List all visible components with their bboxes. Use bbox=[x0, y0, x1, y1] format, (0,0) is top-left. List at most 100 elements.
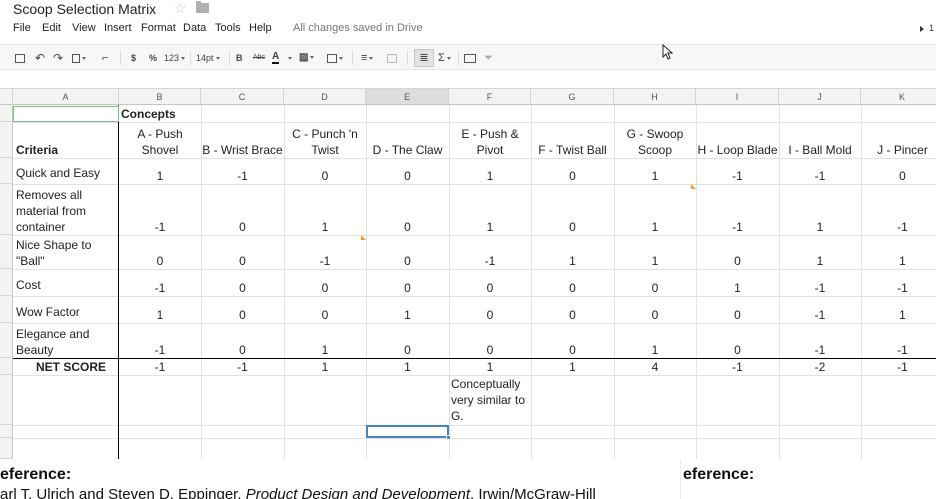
score-cell[interactable]: 0 bbox=[366, 342, 449, 358]
criterion-label[interactable]: Quick and Easy bbox=[16, 158, 116, 184]
currency-button[interactable]: $ bbox=[131, 52, 136, 64]
score-cell[interactable]: 0 bbox=[531, 307, 614, 323]
concept-header-g[interactable]: G - Swoop Scoop bbox=[614, 122, 696, 158]
spreadsheet-grid[interactable]: A B C D E F G H I J K Concepts Criteria … bbox=[0, 89, 936, 459]
score-cell[interactable]: 1 bbox=[284, 219, 366, 235]
concept-header-f[interactable]: F - Twist Ball bbox=[531, 122, 614, 158]
fill-handle[interactable] bbox=[446, 435, 451, 440]
net-score-cell[interactable]: -1 bbox=[201, 359, 284, 375]
functions-button[interactable]: Σ bbox=[438, 52, 451, 64]
menu-tools[interactable]: Tools bbox=[215, 22, 241, 34]
score-cell[interactable]: 0 bbox=[284, 168, 366, 184]
score-cell[interactable]: 1 bbox=[614, 168, 696, 184]
menu-data[interactable]: Data bbox=[183, 22, 206, 34]
score-cell[interactable]: 1 bbox=[119, 307, 201, 323]
percent-button[interactable]: % bbox=[149, 52, 157, 64]
comment-indicator-icon[interactable] bbox=[361, 235, 366, 240]
print-icon[interactable] bbox=[15, 52, 25, 64]
score-cell[interactable]: 0 bbox=[696, 253, 779, 269]
score-cell[interactable]: 0 bbox=[449, 307, 531, 323]
net-score-cell[interactable]: 4 bbox=[614, 359, 696, 375]
column-header-j[interactable]: J bbox=[779, 89, 861, 105]
score-cell[interactable]: 0 bbox=[201, 342, 284, 358]
net-score-cell[interactable]: 1 bbox=[531, 359, 614, 375]
score-cell[interactable]: 0 bbox=[366, 219, 449, 235]
score-cell[interactable]: 0 bbox=[861, 168, 936, 184]
paint-format-icon[interactable] bbox=[72, 52, 86, 64]
score-cell[interactable]: 0 bbox=[614, 280, 696, 296]
score-cell[interactable]: 0 bbox=[119, 253, 201, 269]
score-cell[interactable]: 1 bbox=[614, 342, 696, 358]
select-all-corner[interactable] bbox=[0, 89, 13, 105]
column-header-c[interactable]: C bbox=[201, 89, 284, 105]
net-score-cell[interactable]: 1 bbox=[449, 359, 531, 375]
paint-roller-icon[interactable]: ⌐ bbox=[102, 52, 108, 64]
concept-header-a[interactable]: A - Push Shovel bbox=[119, 122, 201, 158]
net-score-cell[interactable]: -1 bbox=[696, 359, 779, 375]
row-header[interactable] bbox=[0, 323, 13, 358]
score-cell[interactable]: 0 bbox=[201, 253, 284, 269]
score-cell[interactable]: 0 bbox=[284, 307, 366, 323]
score-cell[interactable]: 1 bbox=[449, 168, 531, 184]
net-score-cell[interactable]: -1 bbox=[861, 359, 936, 375]
score-cell[interactable]: 1 bbox=[614, 219, 696, 235]
column-header-h[interactable]: H bbox=[614, 89, 696, 105]
score-cell[interactable]: 0 bbox=[531, 168, 614, 184]
score-cell[interactable]: -1 bbox=[201, 168, 284, 184]
column-header-d[interactable]: D bbox=[284, 89, 366, 105]
criterion-label[interactable]: Cost bbox=[16, 269, 116, 296]
score-cell[interactable]: 0 bbox=[284, 280, 366, 296]
column-header-i[interactable]: I bbox=[696, 89, 779, 105]
row-header[interactable] bbox=[0, 105, 13, 122]
menu-edit[interactable]: Edit bbox=[42, 22, 61, 34]
score-cell[interactable]: 1 bbox=[696, 280, 779, 296]
strikethrough-button[interactable]: Abc bbox=[253, 52, 265, 64]
score-cell[interactable]: 0 bbox=[449, 342, 531, 358]
score-cell[interactable]: 0 bbox=[531, 280, 614, 296]
score-cell[interactable]: 0 bbox=[366, 168, 449, 184]
menu-format[interactable]: Format bbox=[141, 22, 176, 34]
insert-chart-icon[interactable] bbox=[464, 52, 476, 64]
font-size-select[interactable]: 14pt bbox=[196, 52, 220, 64]
column-header-k[interactable]: K bbox=[861, 89, 936, 105]
expand-arrow-icon[interactable] bbox=[920, 26, 924, 32]
text-color-caret-icon[interactable] bbox=[286, 52, 292, 64]
row-header[interactable] bbox=[0, 269, 13, 296]
score-cell[interactable]: 0 bbox=[696, 342, 779, 358]
row-header[interactable] bbox=[0, 438, 13, 459]
concept-header-i[interactable]: I - Ball Mold bbox=[779, 122, 861, 158]
menu-view[interactable]: View bbox=[72, 22, 96, 34]
menu-help[interactable]: Help bbox=[249, 22, 272, 34]
score-cell[interactable]: -1 bbox=[449, 253, 531, 269]
undo-icon[interactable]: ↶ bbox=[35, 52, 45, 64]
score-cell[interactable]: 0 bbox=[201, 280, 284, 296]
net-score-cell[interactable]: -2 bbox=[779, 359, 861, 375]
score-cell[interactable]: 0 bbox=[201, 307, 284, 323]
menu-file[interactable]: File bbox=[13, 22, 31, 34]
score-cell[interactable]: -1 bbox=[779, 280, 861, 296]
score-cell[interactable]: 1 bbox=[531, 253, 614, 269]
score-cell[interactable]: -1 bbox=[861, 280, 936, 296]
score-cell[interactable]: 1 bbox=[779, 253, 861, 269]
fill-color-icon[interactable]: ▨ bbox=[299, 52, 315, 64]
concept-header-e[interactable]: E - Push & Pivot bbox=[449, 122, 531, 158]
score-cell[interactable]: -1 bbox=[119, 342, 201, 358]
criterion-label[interactable]: Wow Factor bbox=[16, 296, 116, 323]
borders-icon[interactable] bbox=[327, 52, 343, 64]
score-cell[interactable]: 0 bbox=[449, 280, 531, 296]
net-score-cell[interactable]: 1 bbox=[284, 359, 366, 375]
selected-cell-e12[interactable] bbox=[366, 425, 449, 438]
menu-insert[interactable]: Insert bbox=[104, 22, 132, 34]
score-cell[interactable]: -1 bbox=[696, 219, 779, 235]
wrap-text-icon[interactable]: ≣ bbox=[414, 49, 434, 67]
score-cell[interactable]: 1 bbox=[861, 307, 936, 323]
score-cell[interactable]: -1 bbox=[779, 342, 861, 358]
document-title[interactable]: Scoop Selection Matrix bbox=[13, 1, 156, 17]
score-cell[interactable]: -1 bbox=[284, 253, 366, 269]
bold-button[interactable]: B bbox=[236, 52, 243, 64]
row-header[interactable] bbox=[0, 235, 13, 269]
column-header-g[interactable]: G bbox=[531, 89, 614, 105]
note-cell[interactable]: Conceptually very similar to G. bbox=[451, 376, 531, 424]
text-color-button[interactable]: A bbox=[272, 52, 280, 64]
row-header[interactable] bbox=[0, 358, 13, 375]
